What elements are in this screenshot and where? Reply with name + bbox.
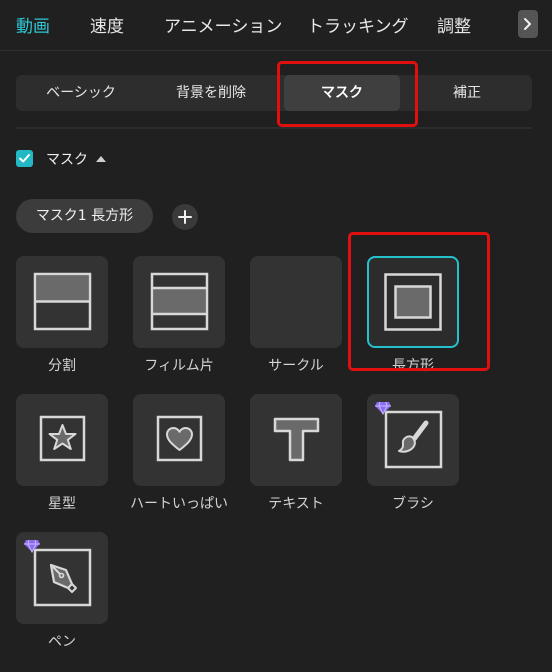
chevron-right-icon [524,18,531,30]
mask-tile-text[interactable] [250,394,342,486]
divider [16,127,532,129]
star-icon [39,415,86,462]
mask-label-brush: ブラシ [392,496,434,512]
split-icon [33,272,92,331]
subtab-correction[interactable]: 補正 [406,75,528,111]
mask-tile-brush[interactable] [367,394,459,486]
tab-speed[interactable]: 速度 [90,12,124,37]
mask-tile-star[interactable] [16,394,108,486]
subtab-basic[interactable]: ベーシック [16,75,146,111]
subtab-mask[interactable]: マスク [284,75,400,111]
film-strip-icon [150,272,209,331]
mask-section-title[interactable]: マスク [46,149,88,169]
tab-animation[interactable]: アニメーション [164,12,282,37]
premium-gem-icon [375,401,391,415]
mask-tile-film-strip[interactable] [133,256,225,348]
top-tab-bar: 動画 速度 アニメーション トラッキング 調整 [0,0,552,48]
divider [0,50,552,51]
mask-tile-circle[interactable] [250,256,342,348]
current-mask-pill[interactable]: マスク1 長方形 [16,199,153,233]
sub-tab-bar: ベーシック 背景を削除 マスク 補正 [16,75,532,111]
mask-tile-heart[interactable] [133,394,225,486]
mask-tile-split[interactable] [16,256,108,348]
plus-icon [178,210,192,224]
circle-icon [250,256,342,348]
rectangle-icon [384,273,442,331]
caret-up-icon[interactable] [96,156,106,162]
premium-gem-icon [24,539,40,553]
mask-tile-rectangle[interactable] [367,256,459,348]
heart-icon [156,415,203,462]
add-mask-button[interactable] [172,204,198,230]
tab-video[interactable]: 動画 [16,12,50,37]
mask-enable-checkbox[interactable] [16,150,33,167]
subtab-remove-background[interactable]: 背景を削除 [146,75,276,111]
mask-label-rectangle: 長方形 [392,358,434,374]
more-tabs-button[interactable] [518,10,538,38]
mask-label-pen: ペン [48,634,76,650]
mask-tile-pen[interactable] [16,532,108,624]
checkmark-icon [19,154,30,163]
text-icon [273,417,320,462]
tab-tracking[interactable]: トラッキング [307,12,409,37]
tab-adjust[interactable]: 調整 [437,12,471,37]
